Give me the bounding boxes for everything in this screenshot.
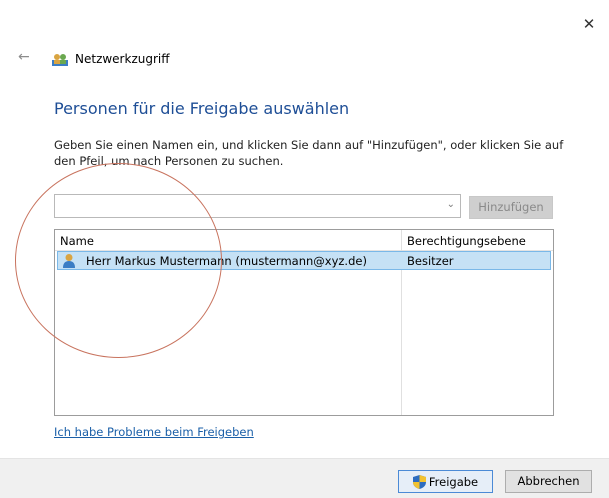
instructions-text: Geben Sie einen Namen ein, und klicken S… [54,138,564,168]
name-combobox[interactable]: ⌄ [54,194,461,218]
network-users-icon [52,54,68,66]
close-icon: ✕ [582,15,596,33]
people-list: Name Berechtigungsebene Herr Markus Must… [54,229,554,416]
user-icon [63,254,75,268]
close-button[interactable]: ✕ [579,14,599,34]
name-input[interactable] [58,196,442,218]
cancel-button[interactable]: Abbrechen [505,470,592,493]
row-name-cell: Herr Markus Mustermann (mustermann@xyz.d… [86,254,367,268]
page-heading: Personen für die Freigabe auswählen [54,99,350,118]
back-arrow-icon: ← [18,49,30,65]
back-button[interactable]: ← [18,49,30,65]
column-header-name[interactable]: Name [60,234,94,248]
dialog-title-bar: Netzwerkzugriff [52,52,170,66]
add-button[interactable]: Hinzufügen [469,196,553,219]
share-button-label: Freigabe [428,474,479,489]
help-link[interactable]: Ich habe Probleme beim Freigeben [54,425,254,439]
share-dialog: ✕ ← Netzwerkzugriff Personen für die Fre… [0,0,609,498]
table-row[interactable]: Herr Markus Mustermann (mustermann@xyz.d… [57,251,551,270]
list-header: Name Berechtigungsebene [55,230,553,251]
uac-shield-icon [412,474,426,489]
share-button[interactable]: Freigabe [398,470,493,493]
dialog-title: Netzwerkzugriff [75,52,170,66]
chevron-down-icon[interactable]: ⌄ [447,199,455,210]
row-permission-cell[interactable]: Besitzer [407,254,454,268]
column-header-permission[interactable]: Berechtigungsebene [407,234,526,248]
